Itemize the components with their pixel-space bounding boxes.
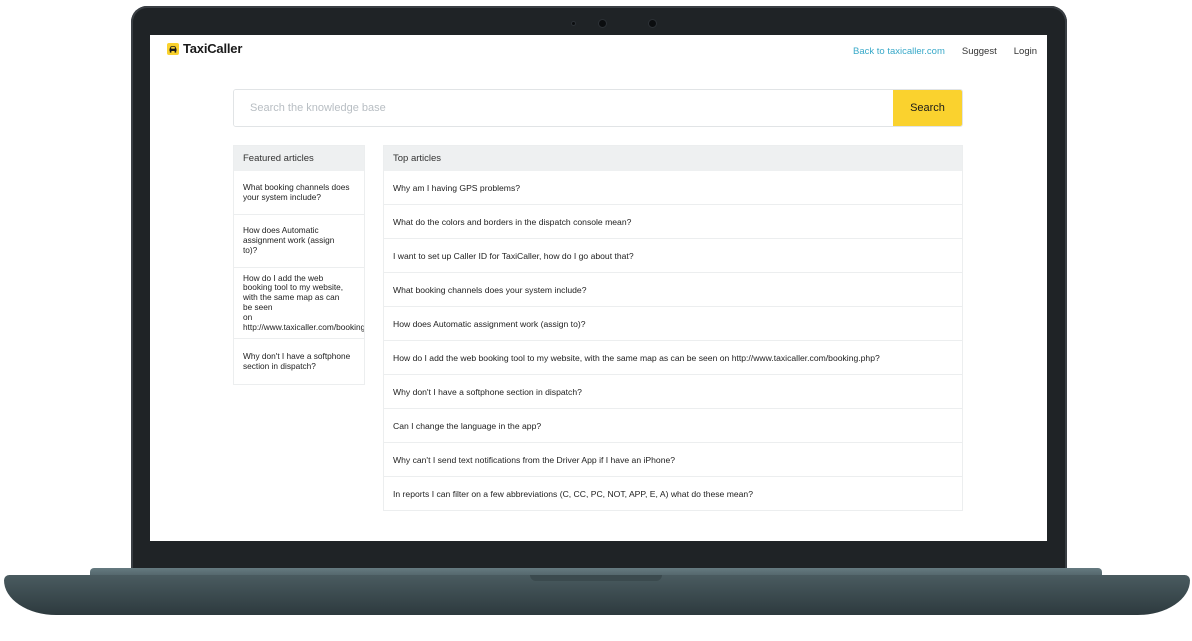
featured-article-item[interactable]: How do I add the web booking tool to my … <box>234 268 364 339</box>
laptop-notch <box>530 575 662 581</box>
login-link[interactable]: Login <box>1014 46 1037 57</box>
top-article-item[interactable]: I want to set up Caller ID for TaxiCalle… <box>384 239 962 273</box>
light-sensor-icon <box>648 19 657 28</box>
top-article-item[interactable]: What do the colors and borders in the di… <box>384 205 962 239</box>
taxi-icon <box>167 42 179 55</box>
featured-article-item[interactable]: What booking channels does your system i… <box>234 171 364 215</box>
screen: TaxiCaller Back to taxicaller.com Sugges… <box>150 35 1047 541</box>
header: TaxiCaller Back to taxicaller.com Sugges… <box>150 35 1047 75</box>
back-to-site-link[interactable]: Back to taxicaller.com <box>853 46 945 57</box>
laptop-base <box>4 575 1190 615</box>
featured-articles-title: Featured articles <box>234 146 364 171</box>
top-nav: Back to taxicaller.com Suggest Login <box>853 46 1037 57</box>
logo[interactable]: TaxiCaller <box>167 41 242 56</box>
top-article-item[interactable]: Can I change the language in the app? <box>384 409 962 443</box>
webcam-icon <box>598 19 607 28</box>
top-article-item[interactable]: How do I add the web booking tool to my … <box>384 341 962 375</box>
search-button[interactable]: Search <box>893 90 962 126</box>
top-article-item[interactable]: Why can't I send text notifications from… <box>384 443 962 477</box>
top-article-item[interactable]: In reports I can filter on a few abbrevi… <box>384 477 962 511</box>
top-article-item[interactable]: Why don't I have a softphone section in … <box>384 375 962 409</box>
featured-article-item[interactable]: Why don't I have a softphone section in … <box>234 339 364 384</box>
search-input[interactable] <box>234 90 893 126</box>
top-articles-panel: Top articles Why am I having GPS problem… <box>383 145 963 511</box>
featured-articles-panel: Featured articles What booking channels … <box>233 145 365 385</box>
camera-sensor-icon <box>571 21 576 26</box>
top-article-item[interactable]: Why am I having GPS problems? <box>384 171 962 205</box>
search-bar: Search <box>233 89 963 127</box>
featured-article-item[interactable]: How does Automatic assignment work (assi… <box>234 215 364 268</box>
suggest-link[interactable]: Suggest <box>962 46 997 57</box>
top-article-item[interactable]: What booking channels does your system i… <box>384 273 962 307</box>
brand-name: TaxiCaller <box>183 41 243 56</box>
top-articles-title: Top articles <box>384 146 962 171</box>
top-article-item[interactable]: How does Automatic assignment work (assi… <box>384 307 962 341</box>
